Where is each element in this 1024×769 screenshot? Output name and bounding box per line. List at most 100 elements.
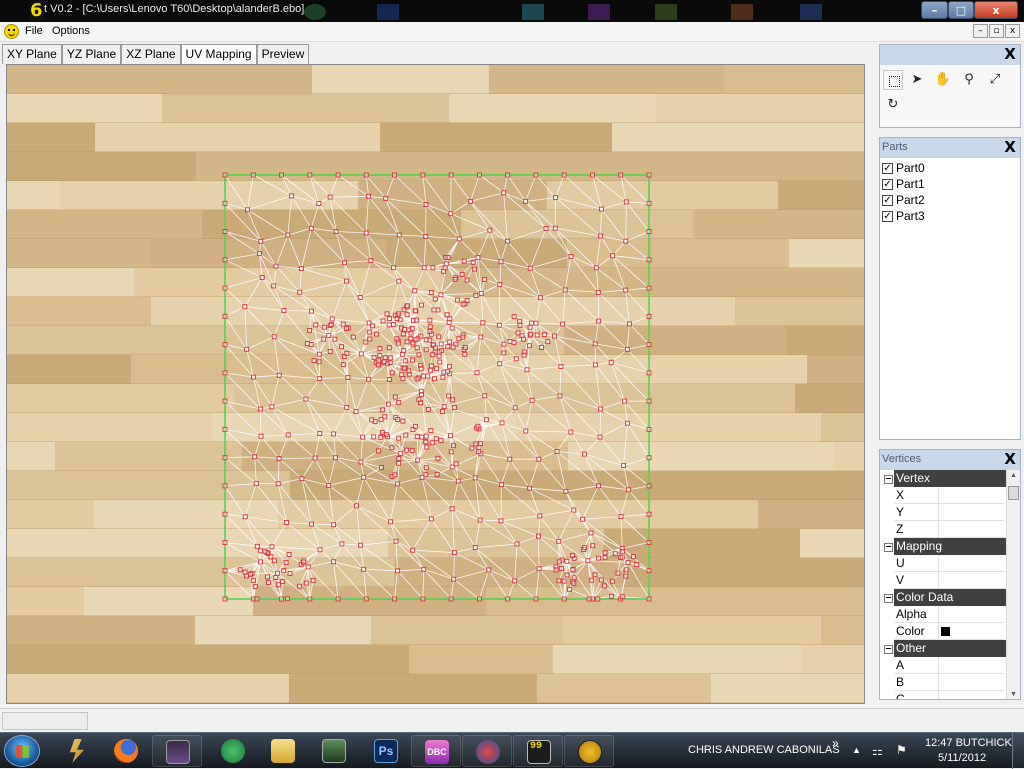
uv-vertex[interactable]: [513, 579, 517, 583]
uv-vertex[interactable]: [381, 319, 385, 323]
uv-vertex[interactable]: [528, 266, 532, 270]
uv-vertex[interactable]: [359, 460, 363, 464]
uv-vertex[interactable]: [358, 296, 362, 300]
uv-vertex[interactable]: [322, 337, 326, 341]
uv-vertex[interactable]: [456, 479, 460, 483]
uv-vertex[interactable]: [563, 288, 567, 292]
uv-vertex[interactable]: [390, 371, 394, 375]
network-tray-icon[interactable]: ⚏: [872, 744, 883, 758]
uv-vertex[interactable]: [282, 309, 286, 313]
part-item-3[interactable]: ✓Part3: [880, 208, 1020, 224]
uv-vertex[interactable]: [598, 435, 602, 439]
part-item-1[interactable]: ✓Part1: [880, 176, 1020, 192]
uv-vertex[interactable]: [477, 173, 481, 177]
mdi-restore-button[interactable]: ▫: [989, 24, 1004, 38]
uv-vertex[interactable]: [419, 367, 423, 371]
uv-vertex[interactable]: [424, 473, 428, 477]
uv-vertex[interactable]: [259, 560, 263, 564]
tool-panel-close-button[interactable]: X: [1002, 46, 1018, 62]
uv-vertex[interactable]: [334, 456, 338, 460]
uv-vertex[interactable]: [397, 312, 401, 316]
uv-vertex[interactable]: [460, 273, 464, 277]
uv-vertex[interactable]: [306, 565, 310, 569]
uv-vertex[interactable]: [285, 521, 289, 525]
mdi-close-button[interactable]: x: [1005, 24, 1020, 38]
uv-vertex[interactable]: [474, 294, 478, 298]
uv-vertex[interactable]: [499, 483, 503, 487]
uv-vertex[interactable]: [603, 551, 607, 555]
uv-vertex[interactable]: [622, 464, 626, 468]
uv-vertex[interactable]: [518, 323, 522, 327]
uv-vertex[interactable]: [524, 429, 528, 433]
uv-vertex[interactable]: [382, 359, 386, 363]
show-desktop-button[interactable]: [1012, 733, 1024, 769]
uv-vertex[interactable]: [594, 266, 598, 270]
uv-vertex[interactable]: [308, 173, 312, 177]
uv-vertex[interactable]: [415, 435, 419, 439]
uv-vertex[interactable]: [553, 226, 557, 230]
uv-vertex[interactable]: [223, 456, 227, 460]
property-alpha[interactable]: Alpha: [880, 606, 1006, 623]
uv-vertex[interactable]: [647, 230, 651, 234]
uv-vertex[interactable]: [388, 356, 392, 360]
uv-vertex[interactable]: [346, 375, 350, 379]
uv-vertex[interactable]: [255, 544, 259, 548]
uv-vertex[interactable]: [453, 277, 457, 281]
uv-vertex[interactable]: [647, 569, 651, 573]
uv-vertex[interactable]: [537, 457, 541, 461]
uv-vertex[interactable]: [506, 597, 510, 601]
uv-vertex[interactable]: [647, 597, 651, 601]
terminal-icon[interactable]: [309, 735, 359, 767]
uv-vertex[interactable]: [437, 335, 441, 339]
uv-vertex[interactable]: [457, 337, 461, 341]
property-u[interactable]: U: [880, 555, 1006, 572]
uv-vertex[interactable]: [537, 534, 541, 538]
uv-vertex[interactable]: [441, 375, 445, 379]
winamp-icon[interactable]: [52, 735, 102, 767]
uv-vertex[interactable]: [562, 173, 566, 177]
uv-vertex[interactable]: [336, 597, 340, 601]
uv-vertex[interactable]: [305, 342, 309, 346]
uv-vertex[interactable]: [334, 230, 338, 234]
uv-vertex[interactable]: [591, 544, 595, 548]
action-center-flag-icon[interactable]: ⚑: [896, 743, 907, 757]
uv-vertex[interactable]: [380, 431, 384, 435]
uv-vertex[interactable]: [522, 337, 526, 341]
uv-vertex[interactable]: [522, 353, 526, 357]
uv-vertex[interactable]: [317, 352, 321, 356]
uv-vertex[interactable]: [259, 549, 263, 553]
uv-vertex[interactable]: [364, 173, 368, 177]
uv-vertex[interactable]: [407, 328, 411, 332]
uv-vertex[interactable]: [421, 173, 425, 177]
uv-vertex[interactable]: [274, 576, 278, 580]
uv-vertex[interactable]: [328, 195, 332, 199]
uv-vertex[interactable]: [472, 267, 476, 271]
category-mapping[interactable]: Mapping: [880, 538, 1006, 555]
uv-vertex[interactable]: [553, 334, 557, 338]
uv-vertex[interactable]: [596, 597, 600, 601]
uv-vertex[interactable]: [476, 450, 480, 454]
uv-vertex[interactable]: [557, 560, 561, 564]
property-alpha-value[interactable]: [939, 606, 1005, 623]
uv-vertex[interactable]: [627, 322, 631, 326]
uv-vertex[interactable]: [514, 357, 518, 361]
uv-vertex[interactable]: [565, 573, 569, 577]
uv-vertex[interactable]: [561, 322, 565, 326]
tab-xy-plane[interactable]: XY Plane: [2, 44, 62, 64]
uv-vertex[interactable]: [380, 465, 384, 469]
uv-vertex[interactable]: [475, 371, 479, 375]
uv-vertex[interactable]: [568, 587, 572, 591]
uv-vertex[interactable]: [505, 239, 509, 243]
uv-vertex[interactable]: [597, 484, 601, 488]
uv-vertex[interactable]: [404, 433, 408, 437]
uv-vertex[interactable]: [537, 567, 541, 571]
uv-vertex[interactable]: [448, 364, 452, 368]
uv-vertex[interactable]: [451, 398, 455, 402]
uv-vertex[interactable]: [627, 488, 631, 492]
uv-vertex[interactable]: [619, 515, 623, 519]
uv-vertex[interactable]: [419, 334, 423, 338]
uv-vertex[interactable]: [599, 578, 603, 582]
uv-vertex[interactable]: [569, 254, 573, 258]
uv-vertex[interactable]: [407, 369, 411, 373]
uv-vertex[interactable]: [342, 261, 346, 265]
